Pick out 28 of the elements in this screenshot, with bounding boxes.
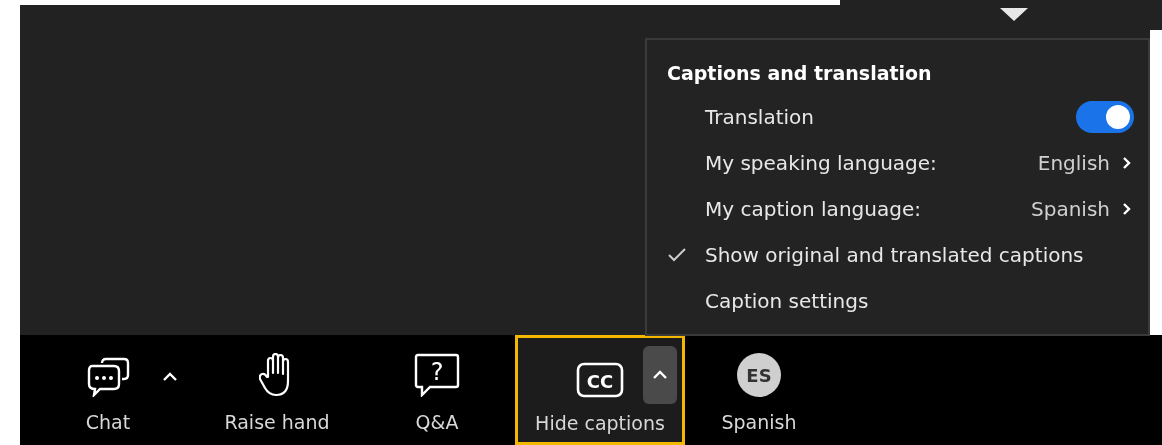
caret-down-icon[interactable]	[1000, 8, 1028, 22]
menu-item-label: My caption language:	[705, 197, 922, 221]
menu-item[interactable]: Caption settings	[667, 278, 1134, 324]
menu-item-label: Translation	[705, 105, 815, 129]
chevron-right-icon	[1122, 156, 1132, 170]
menu-item-value: Spanish	[1031, 197, 1110, 221]
caret-up-icon	[162, 372, 178, 382]
menu-item[interactable]: Show original and translated captions	[667, 232, 1134, 278]
chat-button[interactable]: Chat	[78, 335, 138, 445]
qa-button[interactable]: ? Q&A	[397, 335, 477, 445]
menu-item-value: English	[1037, 151, 1110, 175]
avatar-button[interactable]: ES Spanish	[717, 335, 801, 445]
captions-button[interactable]: CC Hide captions	[518, 338, 682, 442]
chat-icon	[86, 357, 130, 397]
avatar: ES	[737, 353, 781, 397]
menu-item-label: Caption settings	[705, 289, 870, 313]
menu-item[interactable]: My caption language: Spanish	[667, 186, 1134, 232]
menu-item-label: Show original and translated captions	[705, 243, 1085, 267]
caret-up-icon	[652, 370, 668, 380]
hand-button[interactable]: Raise hand	[212, 335, 342, 445]
menu-item[interactable]: My speaking language: English	[667, 140, 1134, 186]
question-bubble-icon: ?	[414, 353, 460, 397]
menu-item[interactable]: Translation	[667, 94, 1134, 140]
menu-item-label: My speaking language:	[705, 151, 938, 175]
closed-captions-icon: CC	[576, 362, 624, 398]
toggle-switch[interactable]	[1076, 101, 1134, 133]
chevron-right-icon	[1122, 202, 1132, 216]
menu-title: Captions and translation	[667, 62, 933, 84]
